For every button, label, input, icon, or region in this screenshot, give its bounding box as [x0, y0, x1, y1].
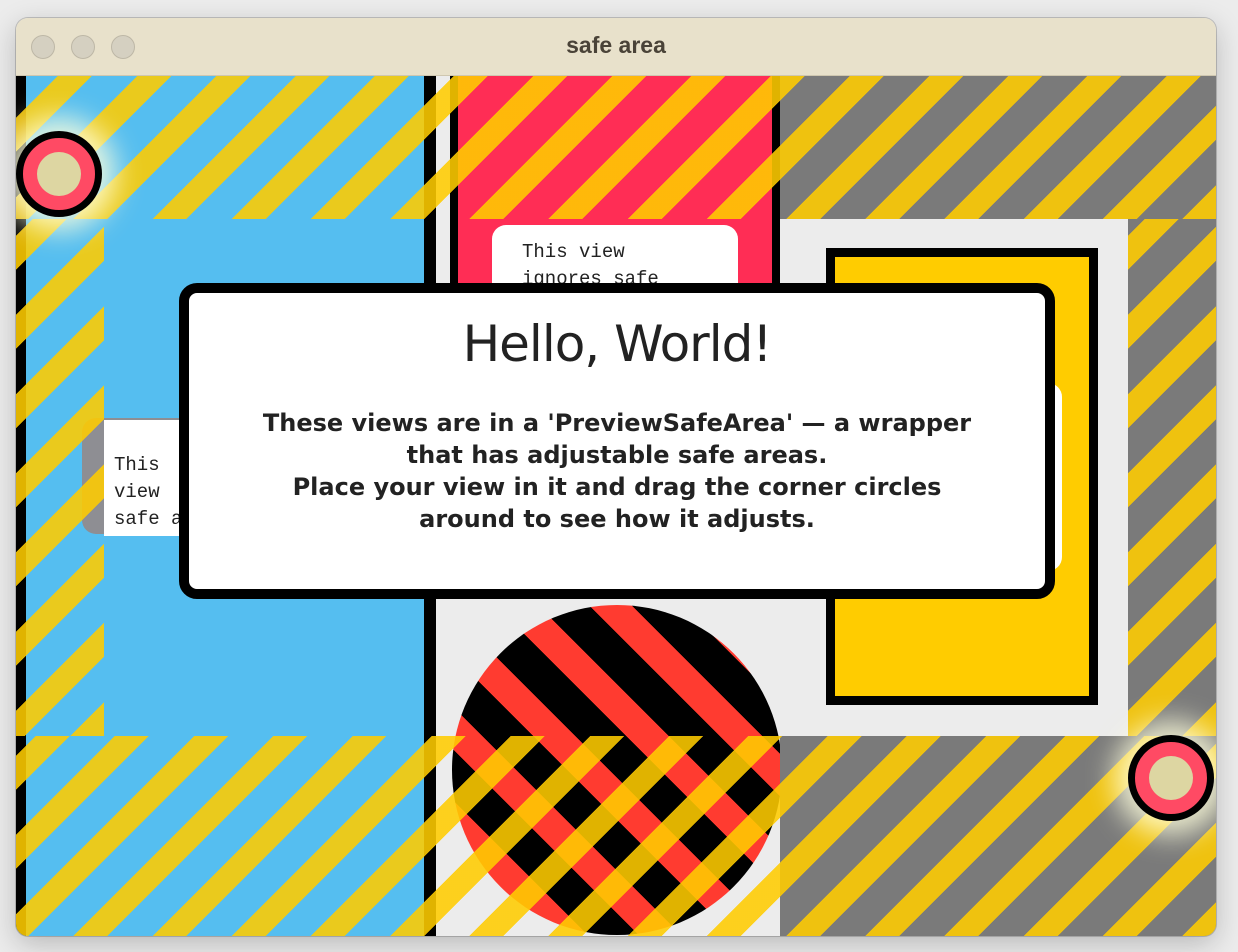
card-heading: Hello, World! [462, 315, 773, 373]
card-line-1: These views are in a 'PreviewSafeArea' —… [262, 409, 972, 469]
window-title: safe area [566, 32, 666, 58]
top-left-drag-handle[interactable] [16, 131, 102, 217]
app-window: safe area This view ignores safe This vi… [16, 18, 1216, 936]
hello-world-card: Hello, World! These views are in a 'Prev… [179, 283, 1055, 599]
preview-safe-area: This view ignores safe This view safe a … [16, 75, 1216, 936]
bottom-right-drag-handle[interactable] [1128, 735, 1214, 821]
handle-center [1149, 756, 1193, 800]
title-bar: safe area [16, 18, 1216, 76]
blue-view-border [16, 75, 26, 936]
striped-ball [452, 605, 782, 935]
card-line-2: Place your view in it and drag the corne… [292, 473, 942, 533]
handle-center [37, 152, 81, 196]
card-body: These views are in a 'PreviewSafeArea' —… [245, 407, 989, 535]
